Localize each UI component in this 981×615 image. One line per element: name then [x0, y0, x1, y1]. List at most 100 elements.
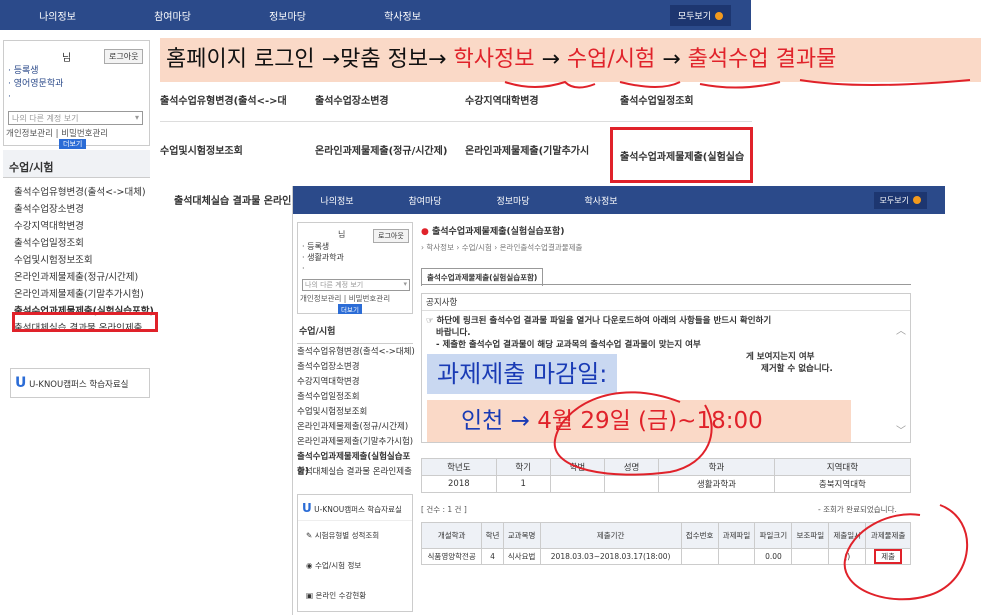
nav-info[interactable]: 정보마당 — [230, 8, 345, 23]
front-side-menu: 출석수업유형변경(출석<->대체) 출석수업장소변경 수강지역대학변경 출석수업… — [297, 345, 415, 480]
logout-button[interactable]: 로그아웃 — [104, 49, 144, 64]
side-item-place-change[interactable]: 출석수업장소변경 — [14, 201, 164, 218]
divider — [297, 343, 413, 344]
library-label: U-KNOU캠퍼스 학습자료실 — [29, 380, 129, 390]
side-title: 수업/시험 — [9, 161, 54, 174]
td-course: 식사요법 — [502, 548, 541, 565]
dot-icon — [913, 196, 921, 204]
grid-cell-3[interactable]: 수강지역대학변경 — [465, 92, 539, 107]
back-top-nav: 나의정보 참여마당 정보마당 학사정보 모두보기 — [0, 0, 751, 30]
nav-participation[interactable]: 참여마당 — [381, 194, 469, 207]
user-status: · 등록생 — [8, 66, 39, 76]
side-item-exam-info[interactable]: 수업및시험정보조회 — [14, 252, 164, 269]
account-select[interactable]: 나의 다른 계정 보기 ▾ — [302, 279, 410, 291]
th-file: 과제파일 — [717, 522, 756, 549]
side-item-type-change[interactable]: 출석수업유형변경(출석<->대체) — [14, 184, 164, 201]
library-label-0: U-KNOU캠퍼스 학습자료실 — [314, 505, 402, 514]
user-name: 님 — [338, 230, 346, 239]
banner-part1: 홈페이지 로그인 →맞춤 정보→ — [166, 47, 454, 72]
account-links[interactable]: 개인정보관리 | 비밀번호관리 — [6, 127, 108, 139]
user-name: 님 — [62, 53, 72, 64]
side-item-region-change[interactable]: 수강지역대학변경 — [297, 375, 415, 390]
td-year: 2018 — [421, 475, 497, 493]
nav-my-info[interactable]: 나의정보 — [293, 194, 381, 207]
side-item-online-final[interactable]: 온라인과제물제출(기말추가시험) — [14, 286, 164, 303]
td-region: 충북지역대학 — [773, 475, 912, 493]
th-dept: 개설학과 — [420, 522, 483, 549]
side-item-online-final[interactable]: 온라인과제물제출(기말추가시험) — [297, 435, 415, 450]
scroll-up-icon[interactable]: ︿ — [896, 322, 906, 337]
user-status: · 등록생 — [302, 242, 330, 251]
login-box: 님 로그아웃 · 등록생 · 영어영문학과 · 나의 다른 계정 보기 ▾ 개인정… — [3, 40, 150, 149]
banner-part3: 수업/시험 — [566, 47, 656, 72]
grid-cell-1[interactable]: 출석수업유형변경(출석<->대 — [160, 92, 287, 107]
side-item-exam-info[interactable]: 수업및시험정보조회 — [297, 405, 415, 420]
td-size: 0.00 — [754, 548, 793, 565]
view-all-button[interactable]: 모두보기 — [669, 4, 731, 26]
grid-cell-9[interactable]: 출석대체실습 결과물 온라인 — [174, 192, 291, 207]
divider — [421, 284, 911, 285]
grid-cell-2[interactable]: 출석수업장소변경 — [315, 92, 389, 107]
chevron-down-icon: ▾ — [403, 280, 407, 288]
side-item-type-change[interactable]: 출석수업유형변경(출석<->대체) — [297, 345, 415, 360]
side-item-online-assign[interactable]: 온라인과제물제출(정규/시간제) — [297, 420, 415, 435]
td-extra — [791, 548, 830, 565]
grid-cell-4[interactable]: 출석수업일정조회 — [620, 92, 694, 107]
scroll-down-icon[interactable]: ﹀ — [896, 422, 906, 437]
u-logo-icon: U — [15, 375, 27, 391]
grid-cell-7[interactable]: 온라인과제물제출(기말추가시 — [465, 142, 589, 157]
th-year: 학년도 — [421, 458, 497, 476]
circle-scribble-icon — [553, 391, 713, 476]
library-label-3: 온라인 수강현황 — [315, 591, 367, 600]
side-title-box: 수업/시험 — [3, 150, 150, 178]
submit-circle-icon — [843, 504, 969, 601]
library-item-3[interactable]: ▣ 온라인 수강현황 — [298, 581, 412, 611]
side-item-place-change[interactable]: 출석수업장소변경 — [297, 360, 415, 375]
notice-line-2: - 제출한 출석수업 결과물이 해당 교과목의 출석수업 결과물이 맞는지 여부 — [436, 340, 701, 350]
account-select[interactable]: 나의 다른 계정 보기 ▾ — [8, 111, 143, 125]
th-receipt: 접수번호 — [680, 522, 719, 549]
chevron-down-icon: ▾ — [134, 113, 139, 122]
grid-cell-6[interactable]: 온라인과제물제출(정규/시간제) — [315, 142, 447, 157]
library-item-0[interactable]: U U-KNOU캠퍼스 학습자료실 — [298, 495, 412, 521]
underline-scribble-icon — [504, 79, 971, 89]
banner-arrow2: → — [655, 47, 688, 72]
side-item-attendance-assign[interactable]: 출석수업과제물제출(실험실습포함) — [297, 450, 415, 477]
grid-highlight-box — [610, 127, 753, 183]
nav-participation[interactable]: 참여마당 — [115, 8, 230, 23]
notice-title: 공지사항 — [422, 294, 910, 311]
account-links[interactable]: 개인정보관리 | 비밀번호관리 — [300, 293, 390, 304]
library-label-2: 수업/시험 정보 — [314, 561, 362, 570]
side-item-region-change[interactable]: 수강지역대학변경 — [14, 218, 164, 235]
side-item-online-assign[interactable]: 온라인과제물제출(정규/시간제) — [14, 269, 164, 286]
th-region: 지역대학 — [773, 458, 912, 476]
th-extra: 보조파일 — [791, 522, 830, 549]
front-login-box: 님 로그아웃 · 등록생 · 생활과학과 · 나의 다른 계정 보기 ▾ 개인정보… — [297, 222, 413, 314]
more-button[interactable]: 더보기 — [338, 304, 362, 314]
view-all-label: 모두보기 — [677, 11, 711, 22]
library-item-2[interactable]: ◉ 수업/시험 정보 — [298, 551, 412, 581]
notice-line-1: 바랍니다. — [436, 328, 471, 338]
view-all-button[interactable]: 모두보기 — [873, 191, 927, 209]
th-grade: 학년 — [481, 522, 504, 549]
u-logo-icon: U — [302, 501, 312, 515]
grid-cell-5[interactable]: 수업및시험정보조회 — [160, 142, 243, 157]
user-dept: · 영어영문학과 — [8, 79, 64, 89]
side-item-schedule[interactable]: 출석수업일정조회 — [297, 390, 415, 405]
side-item-schedule[interactable]: 출석수업일정조회 — [14, 235, 164, 252]
user-dept: · 생활과학과 — [302, 253, 344, 262]
nav-academic[interactable]: 학사정보 — [345, 8, 460, 23]
library-item-1[interactable]: ✎ 시험유형별 성적조회 — [298, 521, 412, 551]
nav-my-info[interactable]: 나의정보 — [0, 8, 115, 23]
nav-info[interactable]: 정보마당 — [469, 194, 557, 207]
nav-academic[interactable]: 학사정보 — [557, 194, 645, 207]
logout-button[interactable]: 로그아웃 — [373, 229, 409, 243]
monitor-icon: ▣ — [306, 591, 314, 600]
banner-part2: 학사정보 — [453, 47, 535, 72]
notice-line-0: ☞ 하단에 링크된 출석수업 결과물 파일을 열거나 다운로드하여 아래의 사항… — [426, 316, 772, 326]
library-link[interactable]: U U-KNOU캠퍼스 학습자료실 — [10, 368, 150, 398]
account-select-label: 나의 다른 계정 보기 — [305, 281, 364, 289]
side-title: 수업/시험 — [299, 327, 336, 337]
side-item-alt-practice[interactable]: 출석대체실습 결과물 온라인제출 — [297, 465, 415, 480]
more-button[interactable]: 더보기 — [59, 139, 87, 149]
